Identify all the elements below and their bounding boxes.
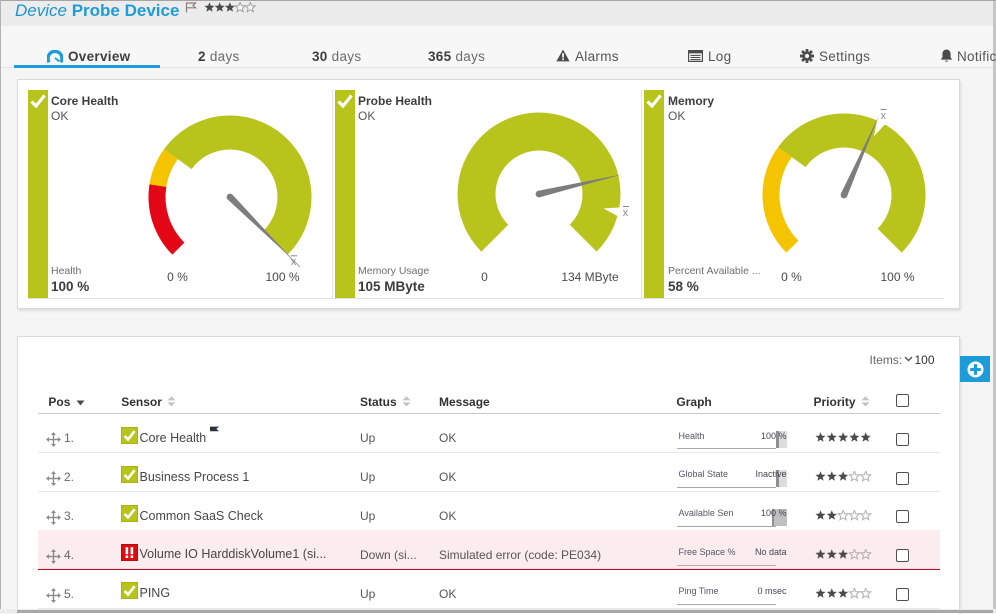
svg-text:x: x [290, 256, 296, 268]
svg-text:x: x [880, 110, 886, 122]
svg-text:x: x [622, 207, 628, 219]
